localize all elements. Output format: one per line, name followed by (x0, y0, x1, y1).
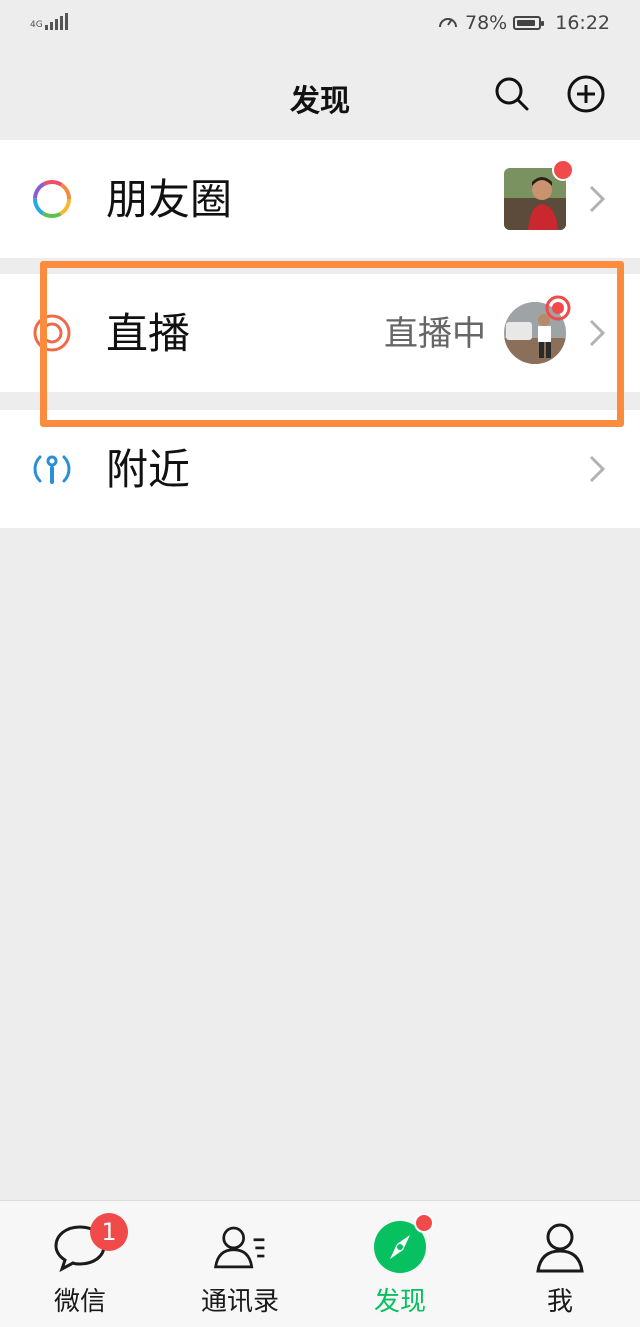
discover-dot (414, 1213, 434, 1233)
moments-icon (30, 177, 74, 221)
highlight-box (40, 261, 624, 427)
search-button[interactable] (492, 74, 532, 114)
battery-percent: 78% (465, 12, 508, 34)
page-title: 发现 (290, 84, 350, 119)
list-item-moments[interactable]: 朋友圈 (0, 140, 640, 258)
status-bar: 4G 78% 16:22 (0, 0, 640, 50)
tab-label: 发现 (373, 1287, 426, 1317)
list-item-nearby[interactable]: 附近 (0, 410, 640, 528)
tab-chats[interactable]: 1 微信 (0, 1201, 160, 1327)
person-icon (532, 1219, 588, 1275)
list-item-label: 朋友圈 (106, 175, 233, 224)
signal-indicator: 4G (30, 12, 68, 30)
nearby-icon (30, 447, 74, 491)
add-button[interactable] (566, 74, 606, 114)
navigation-header: 发现 (0, 50, 640, 138)
unread-badge: 1 (90, 1213, 128, 1251)
tab-me[interactable]: 我 (480, 1201, 640, 1327)
search-icon (495, 77, 529, 111)
speedometer-icon (439, 18, 457, 28)
chevron-right-icon (589, 185, 606, 213)
tab-contacts[interactable]: 通讯录 (160, 1201, 320, 1327)
battery-icon (513, 16, 545, 30)
list-item-label: 附近 (106, 445, 191, 494)
clock: 16:22 (555, 12, 610, 34)
network-type: 4G (30, 20, 43, 30)
contacts-icon (212, 1219, 268, 1275)
tab-label: 微信 (53, 1287, 106, 1317)
tab-discover[interactable]: 发现 (320, 1201, 480, 1327)
tab-label: 通讯录 (200, 1287, 279, 1317)
new-update-dot (552, 159, 574, 181)
tab-bar: 1 微信 通讯录 发现 我 (0, 1200, 640, 1327)
signal-bars-icon (44, 12, 68, 30)
tab-label: 我 (546, 1287, 573, 1317)
plus-circle-icon (567, 75, 605, 113)
chevron-right-icon (589, 455, 606, 483)
